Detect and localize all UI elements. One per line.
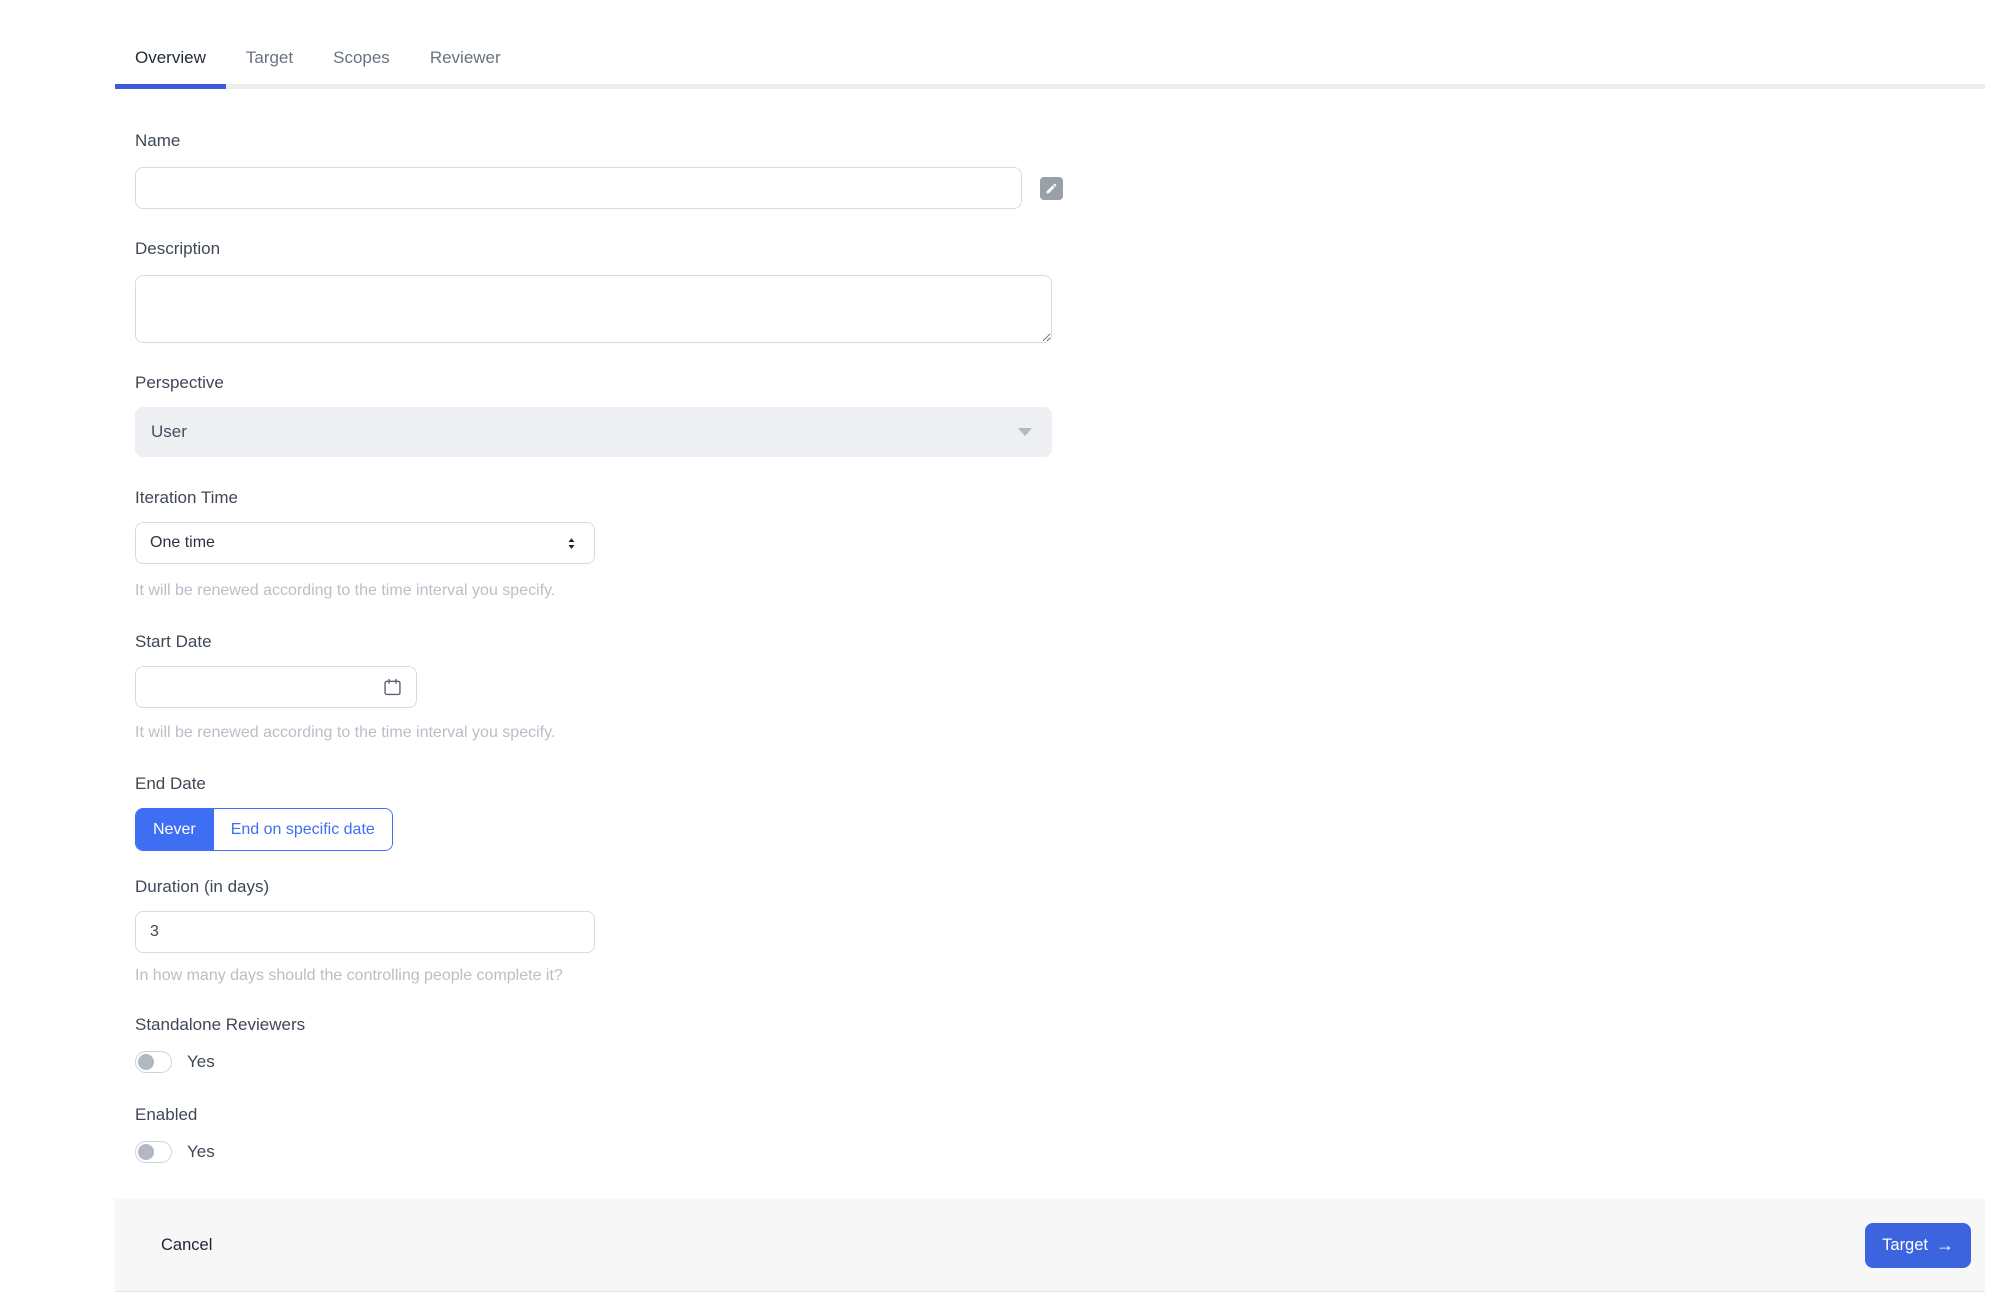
overview-form: Name Description Perspective User Iterat… [115, 89, 1985, 1163]
pencil-icon [1045, 182, 1058, 195]
chevron-down-icon [1018, 428, 1032, 436]
toggle-knob [138, 1144, 154, 1160]
calendar-icon[interactable] [382, 677, 403, 698]
iteration-time-helper: It will be renewed according to the time… [135, 582, 556, 599]
iteration-time-field-group: Iteration Time One time It will be renew… [135, 486, 1985, 602]
arrow-right-icon: → [1936, 1235, 1954, 1255]
tab-scopes[interactable]: Scopes [313, 38, 410, 89]
description-textarea[interactable] [135, 275, 1052, 343]
start-date-label: Start Date [135, 632, 212, 651]
target-next-button-label: Target [1882, 1235, 1928, 1254]
end-date-label: End Date [135, 774, 206, 793]
iteration-time-value: One time [150, 534, 215, 551]
enabled-toggle-label: Yes [187, 1142, 215, 1161]
tab-target[interactable]: Target [226, 38, 313, 89]
up-down-arrows-icon [563, 535, 580, 552]
standalone-reviewers-label: Standalone Reviewers [135, 1015, 306, 1034]
start-date-field-group: Start Date It will be renewed according … [135, 630, 1985, 744]
tab-reviewer[interactable]: Reviewer [410, 38, 521, 89]
description-label: Description [135, 239, 221, 258]
description-field-group: Description [135, 237, 1985, 343]
standalone-reviewers-toggle[interactable] [135, 1051, 172, 1073]
tab-bar: Overview Target Scopes Reviewer [115, 0, 1985, 89]
duration-helper: In how many days should the controlling … [135, 967, 563, 984]
start-date-input[interactable] [135, 666, 417, 708]
enabled-label: Enabled [135, 1105, 198, 1124]
edit-name-button[interactable] [1040, 176, 1063, 200]
start-date-helper: It will be renewed according to the time… [135, 724, 556, 741]
duration-input[interactable] [135, 911, 595, 953]
perspective-label: Perspective [135, 373, 224, 392]
enabled-toggle[interactable] [135, 1141, 172, 1163]
end-date-segmented-control: Never End on specific date [135, 808, 393, 851]
enabled-field-group: Enabled Yes [135, 1103, 1985, 1163]
footer-action-bar: Cancel Target → [115, 1199, 1985, 1292]
end-date-option-specific[interactable]: End on specific date [212, 809, 392, 850]
target-next-button[interactable]: Target → [1865, 1222, 1971, 1268]
perspective-field-group: Perspective User [135, 371, 1985, 457]
perspective-value: User [151, 422, 187, 441]
end-date-option-never[interactable]: Never [136, 809, 213, 850]
name-input[interactable] [135, 167, 1022, 209]
iteration-time-label: Iteration Time [135, 488, 238, 507]
name-field-group: Name [135, 129, 1985, 209]
iteration-time-select[interactable]: One time [135, 522, 595, 564]
perspective-select: User [135, 407, 1052, 457]
name-label: Name [135, 131, 181, 150]
end-date-field-group: End Date Never End on specific date [135, 772, 1985, 851]
page-container: Overview Target Scopes Reviewer Name Des… [115, 0, 1985, 1292]
standalone-reviewers-toggle-label: Yes [187, 1052, 215, 1071]
toggle-knob [138, 1054, 154, 1070]
cancel-button[interactable]: Cancel [161, 1236, 212, 1255]
standalone-reviewers-field-group: Standalone Reviewers Yes [135, 1013, 1985, 1073]
duration-field-group: Duration (in days) In how many days shou… [135, 875, 1985, 987]
duration-label: Duration (in days) [135, 877, 270, 896]
tab-overview[interactable]: Overview [115, 38, 226, 89]
